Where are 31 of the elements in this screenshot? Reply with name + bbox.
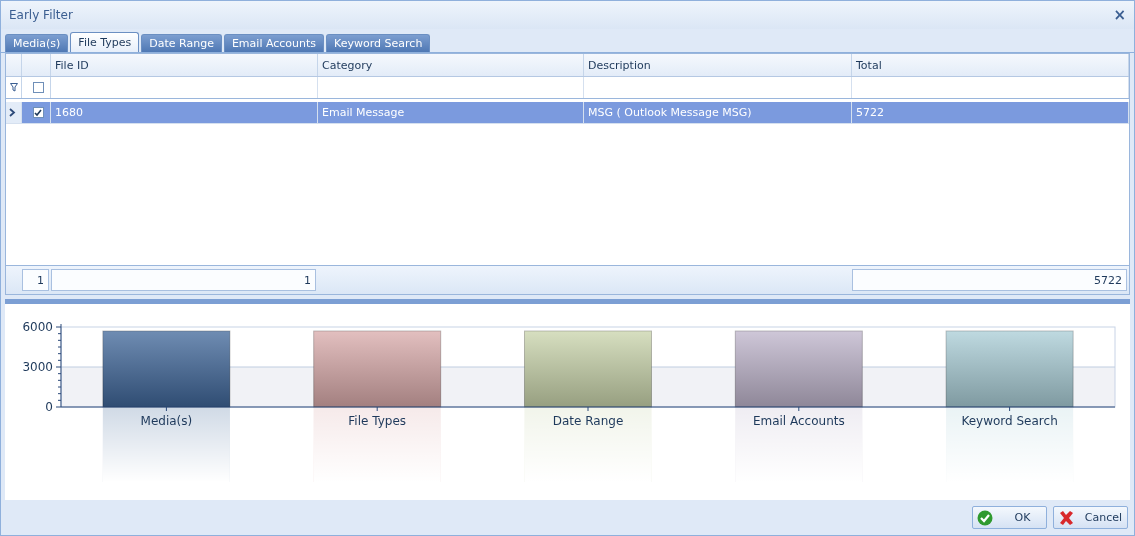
column-header[interactable]: Category — [318, 54, 584, 76]
close-button[interactable]: × — [1113, 6, 1126, 24]
ok-button[interactable]: OK — [972, 506, 1047, 529]
checkbox[interactable] — [32, 82, 44, 93]
table-cell: Email Message — [318, 102, 584, 123]
axis-label: File Types — [348, 414, 407, 428]
axis-label: 0 — [45, 400, 53, 414]
table-cell: 5722 — [852, 102, 1129, 123]
column-header[interactable]: File ID — [51, 54, 318, 76]
axis-label: 6000 — [22, 320, 53, 334]
table-cell: 1680 — [51, 102, 318, 123]
chevron-icon — [8, 108, 16, 117]
column-header[interactable]: Total — [852, 54, 1129, 76]
table-cell: MSG ( Outlook Message MSG) — [584, 102, 852, 123]
axis-label: Keyword Search — [961, 414, 1058, 428]
tab[interactable]: File Types — [70, 32, 140, 52]
close-icon — [1058, 509, 1074, 526]
axis-label: Date Range — [552, 414, 624, 428]
filter-icon[interactable] — [10, 83, 18, 92]
column-header[interactable]: Description — [584, 54, 852, 76]
window-title: Early Filter — [9, 8, 73, 22]
checkbox[interactable] — [32, 107, 44, 118]
summary-cell: 1 — [51, 269, 316, 291]
summary-cell: 5722 — [852, 269, 1127, 291]
cancel-button[interactable]: Cancel — [1053, 506, 1128, 529]
axis-label: Media(s) — [140, 414, 193, 428]
axis-label: 3000 — [22, 360, 53, 374]
axis-label: Email Accounts — [752, 414, 845, 428]
check-icon — [977, 509, 993, 526]
summary-cell: 1 — [22, 269, 49, 291]
tab[interactable]: Email Accounts — [223, 34, 325, 52]
